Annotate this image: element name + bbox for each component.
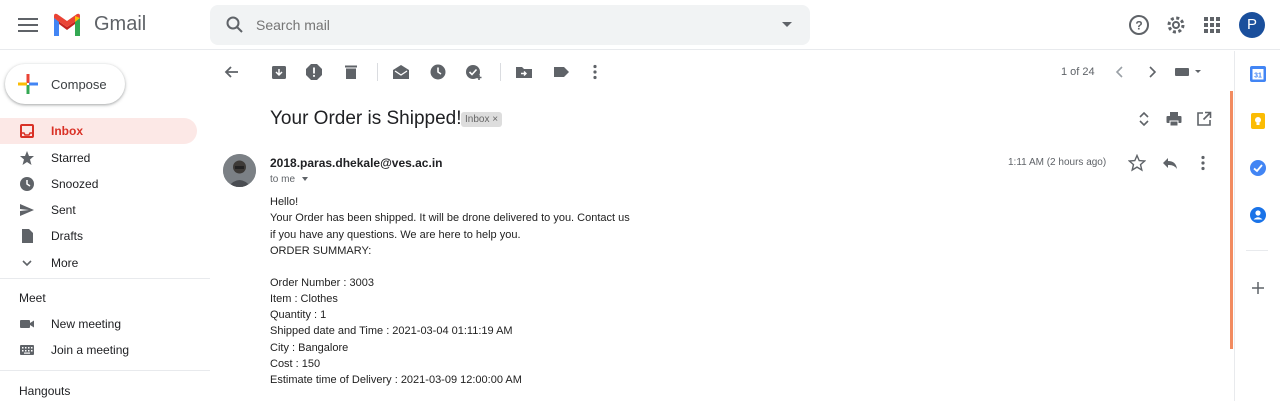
compose-button[interactable]: Compose xyxy=(5,64,125,104)
sidebar-item-label: Sent xyxy=(51,203,76,217)
sidebar-item-label: More xyxy=(51,256,79,270)
inbox-icon xyxy=(20,124,34,138)
sidebar-item-label: Drafts xyxy=(51,229,84,243)
sidebar-item-label: New meeting xyxy=(51,317,122,331)
scrollbar-thumb[interactable] xyxy=(1230,91,1233,349)
print-icon[interactable] xyxy=(1165,110,1183,128)
sidebar-item-drafts[interactable]: Drafts xyxy=(0,223,197,249)
sidebar-divider xyxy=(0,370,210,371)
add-to-tasks-icon[interactable] xyxy=(465,63,483,81)
body-line: Shipped date and Time : 2021-03-04 01:11… xyxy=(270,325,513,337)
sidebar-divider xyxy=(0,278,210,279)
contacts-icon[interactable] xyxy=(1249,206,1267,224)
pagination-text: 1 of 24 xyxy=(1061,66,1095,78)
archive-icon[interactable] xyxy=(270,63,288,81)
compose-label: Compose xyxy=(51,77,107,92)
clock-icon xyxy=(20,177,34,191)
input-tools-keyboard-icon[interactable] xyxy=(1174,63,1204,81)
main-menu-icon[interactable] xyxy=(16,13,40,37)
rail-divider xyxy=(1246,250,1268,251)
calendar-icon[interactable]: 31 xyxy=(1249,65,1267,83)
search-icon[interactable] xyxy=(225,15,245,35)
search-options-icon[interactable] xyxy=(782,22,792,27)
mark-unread-icon[interactable] xyxy=(392,63,410,81)
body-line: if you have any questions. We are here t… xyxy=(270,229,521,241)
search-input[interactable] xyxy=(256,16,756,34)
search-bar xyxy=(210,5,810,45)
open-in-new-window-icon[interactable] xyxy=(1195,110,1213,128)
sidebar-item-sent[interactable]: Sent xyxy=(0,197,197,223)
body-line: Cost : 150 xyxy=(270,358,321,370)
sender-avatar[interactable] xyxy=(223,154,256,187)
gmail-logo-icon[interactable] xyxy=(52,13,82,36)
chevron-down-icon xyxy=(22,260,32,267)
move-to-folder-icon[interactable] xyxy=(515,63,533,81)
star-icon xyxy=(20,151,34,165)
body-line: Your Order has been shipped. It will be … xyxy=(270,212,630,224)
body-line: Quantity : 1 xyxy=(270,309,327,321)
apps-grid-icon[interactable] xyxy=(1200,13,1224,37)
draft-icon xyxy=(22,229,33,243)
video-icon xyxy=(20,320,34,328)
toolbar-separator xyxy=(500,63,501,81)
body-line: Order Number : 3003 xyxy=(270,277,374,289)
recipient-details[interactable]: to me xyxy=(270,174,308,185)
account-avatar[interactable]: P xyxy=(1239,12,1265,38)
sender-email[interactable]: 2018.paras.dhekale@ves.ac.in xyxy=(270,156,442,170)
label-tag-icon[interactable] xyxy=(552,63,570,81)
svg-text:?: ? xyxy=(1135,19,1142,33)
chevron-left-icon[interactable] xyxy=(1111,63,1129,81)
svg-text:31: 31 xyxy=(1254,73,1262,80)
delete-trash-icon[interactable] xyxy=(342,63,360,81)
sidebar-item-label: Inbox xyxy=(51,124,83,138)
email-timestamp: 1:11 AM (2 hours ago) xyxy=(1008,157,1107,168)
hangouts-section-title: Hangouts xyxy=(19,384,71,398)
sidebar-item-label: Join a meeting xyxy=(51,343,130,357)
plus-icon xyxy=(18,74,38,94)
chevron-right-icon[interactable] xyxy=(1143,63,1161,81)
back-arrow-icon[interactable] xyxy=(223,63,241,81)
help-icon[interactable]: ? xyxy=(1127,13,1151,37)
reply-icon[interactable] xyxy=(1161,154,1179,172)
top-bar: Gmail ? P xyxy=(0,0,1280,50)
snooze-clock-icon[interactable] xyxy=(429,63,447,81)
more-vert-icon[interactable] xyxy=(586,63,604,81)
sidebar-item-more[interactable]: More xyxy=(0,250,197,276)
report-spam-icon[interactable] xyxy=(305,63,323,81)
expand-collapse-icon[interactable] xyxy=(1135,110,1153,128)
sidebar-item-label: Starred xyxy=(51,151,91,165)
keep-notes-icon[interactable] xyxy=(1249,112,1267,130)
toolbar-separator xyxy=(377,63,378,81)
tasks-icon[interactable] xyxy=(1249,159,1267,177)
sidebar-item-new-meeting[interactable]: New meeting xyxy=(0,311,197,337)
body-line: Item : Clothes xyxy=(270,293,338,305)
settings-gear-icon[interactable] xyxy=(1164,13,1188,37)
sidebar-item-label: Snoozed xyxy=(51,177,99,191)
get-addons-plus-icon[interactable] xyxy=(1249,279,1267,297)
sidebar-item-snoozed[interactable]: Snoozed xyxy=(0,171,197,197)
email-subject: Your Order is Shipped! xyxy=(270,108,462,129)
body-line: ORDER SUMMARY: xyxy=(270,245,372,257)
body-line: Hello! xyxy=(270,196,299,208)
body-line: Estimate time of Delivery : 2021-03-09 1… xyxy=(270,374,522,386)
side-panel xyxy=(1234,51,1280,401)
meet-section-title: Meet xyxy=(19,291,46,305)
star-outline-icon[interactable] xyxy=(1128,154,1146,172)
sidebar-item-inbox[interactable]: Inbox xyxy=(0,118,197,144)
body-line: City : Bangalore xyxy=(270,342,349,354)
keyboard-icon xyxy=(20,345,34,355)
caret-down-icon[interactable] xyxy=(301,177,308,182)
more-options-icon[interactable] xyxy=(1194,154,1212,172)
sidebar-item-join-meeting[interactable]: Join a meeting xyxy=(0,337,197,363)
inbox-label-chip[interactable]: Inbox × xyxy=(461,112,503,127)
recipient-text: to me xyxy=(270,174,296,185)
app-name: Gmail xyxy=(94,13,147,35)
sidebar-item-starred[interactable]: Starred xyxy=(0,145,197,171)
send-icon xyxy=(20,204,34,216)
